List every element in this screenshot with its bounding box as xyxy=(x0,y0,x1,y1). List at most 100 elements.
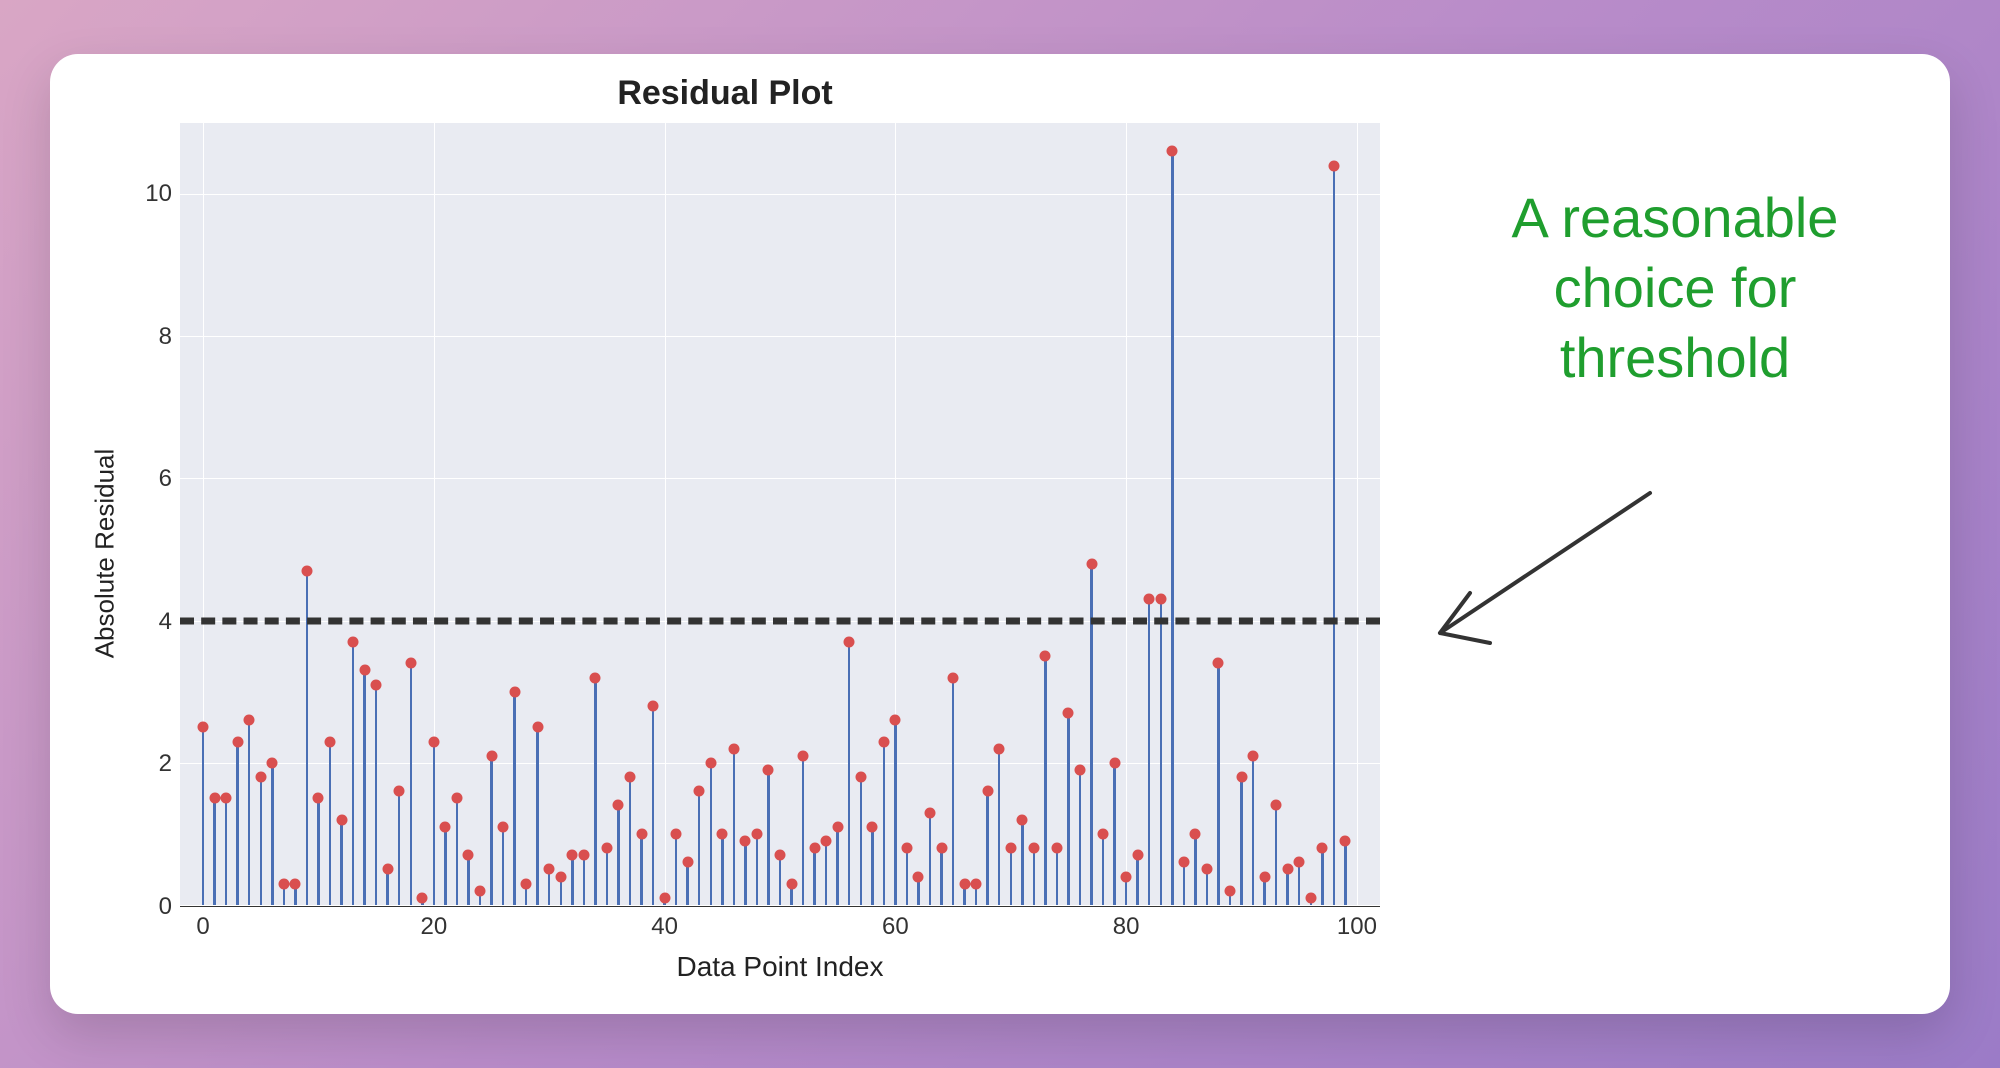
stem xyxy=(1171,151,1174,905)
stem xyxy=(1090,564,1093,905)
data-marker xyxy=(1248,750,1259,761)
data-marker xyxy=(255,772,266,783)
data-marker xyxy=(590,672,601,683)
x-tick-label: 20 xyxy=(420,913,447,941)
stem xyxy=(1321,848,1324,905)
annotation-text: A reasonable choice for threshold xyxy=(1430,183,1920,393)
stem xyxy=(1033,848,1036,905)
data-marker xyxy=(544,864,555,875)
data-marker xyxy=(867,821,878,832)
stem xyxy=(571,855,574,905)
stem xyxy=(675,834,678,905)
stem xyxy=(952,678,955,905)
stem xyxy=(375,685,378,905)
annotation-line: threshold xyxy=(1560,326,1790,389)
stem xyxy=(410,663,413,905)
plot-area xyxy=(180,123,1380,907)
data-marker xyxy=(1259,871,1270,882)
data-marker xyxy=(359,665,370,676)
gridline-h xyxy=(180,336,1380,337)
stem xyxy=(1102,834,1105,905)
data-marker xyxy=(751,828,762,839)
data-marker xyxy=(878,736,889,747)
data-marker xyxy=(648,700,659,711)
data-marker xyxy=(1305,892,1316,903)
data-marker xyxy=(1271,800,1282,811)
stem xyxy=(836,827,839,905)
stem xyxy=(1056,848,1059,905)
stem xyxy=(1067,713,1070,905)
data-marker xyxy=(417,892,428,903)
data-marker xyxy=(1155,594,1166,605)
data-marker xyxy=(1167,146,1178,157)
data-marker xyxy=(1051,843,1062,854)
data-marker xyxy=(532,722,543,733)
stem xyxy=(860,777,863,905)
data-marker xyxy=(936,843,947,854)
stem xyxy=(940,848,943,905)
gridline-h xyxy=(180,194,1380,195)
data-marker xyxy=(798,750,809,761)
data-marker xyxy=(405,658,416,669)
chart-title: Residual Plot xyxy=(80,74,1920,113)
stem xyxy=(444,827,447,905)
data-marker xyxy=(1328,160,1339,171)
data-marker xyxy=(394,786,405,797)
annotation-panel: A reasonable choice for threshold xyxy=(1380,123,1920,983)
data-marker xyxy=(1028,843,1039,854)
data-marker xyxy=(428,736,439,747)
stem xyxy=(490,756,493,905)
data-marker xyxy=(1340,836,1351,847)
data-marker xyxy=(844,636,855,647)
data-marker xyxy=(313,793,324,804)
data-marker xyxy=(1017,814,1028,825)
stem xyxy=(1136,855,1139,905)
stem xyxy=(363,670,366,905)
data-marker xyxy=(290,878,301,889)
data-marker xyxy=(451,793,462,804)
x-tick-label: 40 xyxy=(651,913,678,941)
data-marker xyxy=(1132,850,1143,861)
data-marker xyxy=(1201,864,1212,875)
y-tick-label: 4 xyxy=(159,608,172,636)
data-marker xyxy=(1282,864,1293,875)
x-tick-label: 80 xyxy=(1113,913,1140,941)
stem xyxy=(248,720,251,905)
data-marker xyxy=(1178,857,1189,868)
data-marker xyxy=(382,864,393,875)
data-marker xyxy=(221,793,232,804)
y-axis-ticks: 0246810 xyxy=(130,123,180,983)
x-tick-label: 60 xyxy=(882,913,909,941)
gridline-v xyxy=(1357,123,1358,905)
stem xyxy=(686,862,689,905)
stem xyxy=(1079,770,1082,905)
data-marker xyxy=(1005,843,1016,854)
chart-row: Absolute Residual 0246810 020406080100 D… xyxy=(80,123,1920,983)
x-tick-label: 100 xyxy=(1337,913,1377,941)
stem xyxy=(594,678,597,905)
stem xyxy=(698,791,701,905)
stem xyxy=(1344,841,1347,905)
ylabel-wrap: Absolute Residual xyxy=(80,123,130,983)
threshold-line xyxy=(180,617,1380,624)
data-marker xyxy=(1109,757,1120,768)
gridline-h xyxy=(180,478,1380,479)
stem xyxy=(998,749,1001,905)
gridline-h xyxy=(180,905,1380,906)
stem xyxy=(1148,599,1151,905)
stem xyxy=(536,727,539,905)
stem xyxy=(744,841,747,905)
stem xyxy=(871,827,874,905)
x-axis-ticks: 020406080100 xyxy=(180,907,1380,947)
data-marker xyxy=(832,821,843,832)
data-marker xyxy=(705,757,716,768)
stem xyxy=(1275,805,1278,905)
data-marker xyxy=(1075,764,1086,775)
stem xyxy=(456,798,459,905)
gridline-v xyxy=(1126,123,1127,905)
stem xyxy=(1252,756,1255,905)
stem xyxy=(583,855,586,905)
stem xyxy=(1021,820,1024,905)
stem xyxy=(1194,834,1197,905)
annotation-line: choice for xyxy=(1554,256,1797,319)
